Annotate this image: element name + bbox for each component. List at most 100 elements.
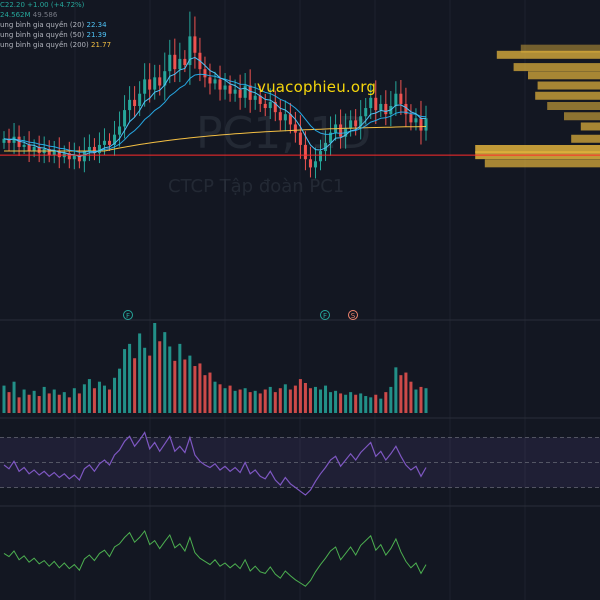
candle-body xyxy=(414,118,418,123)
volume-profile-bar xyxy=(535,91,600,100)
candle-body xyxy=(183,58,187,66)
legend-close-value: 22.20 xyxy=(4,1,25,9)
legend-ma50-value: 21.39 xyxy=(86,31,107,39)
volume-bar xyxy=(2,385,6,413)
volume-bar xyxy=(97,381,101,413)
candle-body xyxy=(213,79,217,84)
volume-bar xyxy=(198,363,202,413)
volume-bar xyxy=(208,372,212,413)
candle-body xyxy=(143,79,147,94)
candle-body xyxy=(118,126,122,135)
candle-body xyxy=(409,114,413,123)
volume-bar xyxy=(409,381,413,413)
volume-bar xyxy=(17,397,21,413)
candle-body xyxy=(158,77,162,86)
volume-bar xyxy=(389,386,393,413)
volume-bar xyxy=(273,392,277,413)
candle-body xyxy=(22,144,26,147)
volume-bar xyxy=(143,347,147,413)
volume-bar xyxy=(133,358,137,413)
candle-body xyxy=(238,89,242,98)
volume-profile-bar xyxy=(547,102,600,110)
volume-profile-bar xyxy=(484,159,600,168)
volume-bar xyxy=(248,392,252,413)
legend-ma200-value: 21.77 xyxy=(90,41,112,49)
volume-bar xyxy=(7,392,11,413)
volume-bar xyxy=(153,323,157,413)
candle-body xyxy=(399,93,403,104)
candle-body xyxy=(384,103,388,115)
volume-bar xyxy=(223,388,227,413)
volume-bar xyxy=(303,383,307,413)
candle-body xyxy=(394,93,398,106)
volume-bar xyxy=(188,355,192,413)
volume-profile-bar xyxy=(528,71,600,80)
volume-bar xyxy=(37,396,41,413)
volume-bar xyxy=(258,393,262,413)
legend-ma50-label: ung bình gia quyền (50) xyxy=(0,31,85,39)
candle-body xyxy=(228,85,232,94)
candle-body xyxy=(102,140,106,145)
volume-bar xyxy=(399,375,403,413)
volume-bar xyxy=(414,389,418,413)
candle-body xyxy=(32,146,36,152)
candle-body xyxy=(87,146,91,152)
candle-body xyxy=(52,151,56,156)
candle-body xyxy=(424,118,428,131)
volume-profile-bar xyxy=(537,81,600,90)
volume-bar xyxy=(278,388,282,413)
volume-bar xyxy=(193,366,197,413)
volume-bar xyxy=(123,349,127,413)
volume-bar xyxy=(203,375,207,413)
candle-body xyxy=(138,93,142,106)
candle-body xyxy=(133,99,137,106)
volume-bar xyxy=(128,343,132,413)
legend-ma50-row[interactable]: ung bình gia quyền (50) 21.39 xyxy=(0,30,111,40)
candle-body xyxy=(123,110,127,127)
volume-bar xyxy=(52,389,56,413)
candle-body xyxy=(369,97,373,109)
volume-bar xyxy=(12,381,16,413)
company-watermark: CTCP Tập đoàn PC1 xyxy=(168,176,345,197)
volume-bar xyxy=(379,398,383,413)
candle-body xyxy=(379,103,383,111)
legend-volume-row: 24.562M 49.586 xyxy=(0,10,111,20)
site-watermark: vuacophieu.org xyxy=(257,78,377,96)
event-badge-earnings[interactable]: F xyxy=(123,310,133,320)
volume-bar xyxy=(419,386,423,413)
legend-ma200-row[interactable]: ung bình gia quyền (200) 21.77 xyxy=(0,40,111,50)
volume-bar xyxy=(308,388,312,413)
volume-bar xyxy=(324,385,328,413)
volume-bar xyxy=(148,355,152,413)
volume-bar xyxy=(369,397,373,413)
event-badge-split[interactable]: S xyxy=(348,310,358,320)
volume-bar xyxy=(42,386,46,413)
volume-profile-bar xyxy=(564,112,600,121)
volume-bar xyxy=(253,390,257,413)
candle-body xyxy=(253,95,257,100)
legend-ma200-label: ung bình gia quyền (200) xyxy=(0,41,89,49)
volume-bar xyxy=(113,377,117,413)
volume-bar xyxy=(47,393,51,413)
volume-bar xyxy=(288,389,292,413)
volume-bar xyxy=(168,346,172,413)
volume-bar xyxy=(354,394,358,413)
candle-body xyxy=(173,54,177,70)
volume-bar xyxy=(394,367,398,413)
volume-bar xyxy=(293,385,297,413)
legend-ma20-row[interactable]: ung bình gia quyền (20) 22.34 xyxy=(0,20,111,30)
legend-volume-value: 24.562M xyxy=(0,11,31,19)
event-badge-earnings[interactable]: F xyxy=(320,310,330,320)
volume-bar xyxy=(329,392,333,413)
volume-bar xyxy=(87,379,91,413)
candle-body xyxy=(193,36,197,53)
candle-body xyxy=(233,89,237,94)
volume-bar xyxy=(32,390,36,413)
candle-body xyxy=(313,161,317,168)
volume-bar xyxy=(263,389,267,413)
candle-body xyxy=(72,155,76,160)
candle-body xyxy=(308,159,312,168)
volume-bar xyxy=(67,397,71,413)
candle-body xyxy=(153,77,157,90)
volume-bar xyxy=(364,396,368,413)
